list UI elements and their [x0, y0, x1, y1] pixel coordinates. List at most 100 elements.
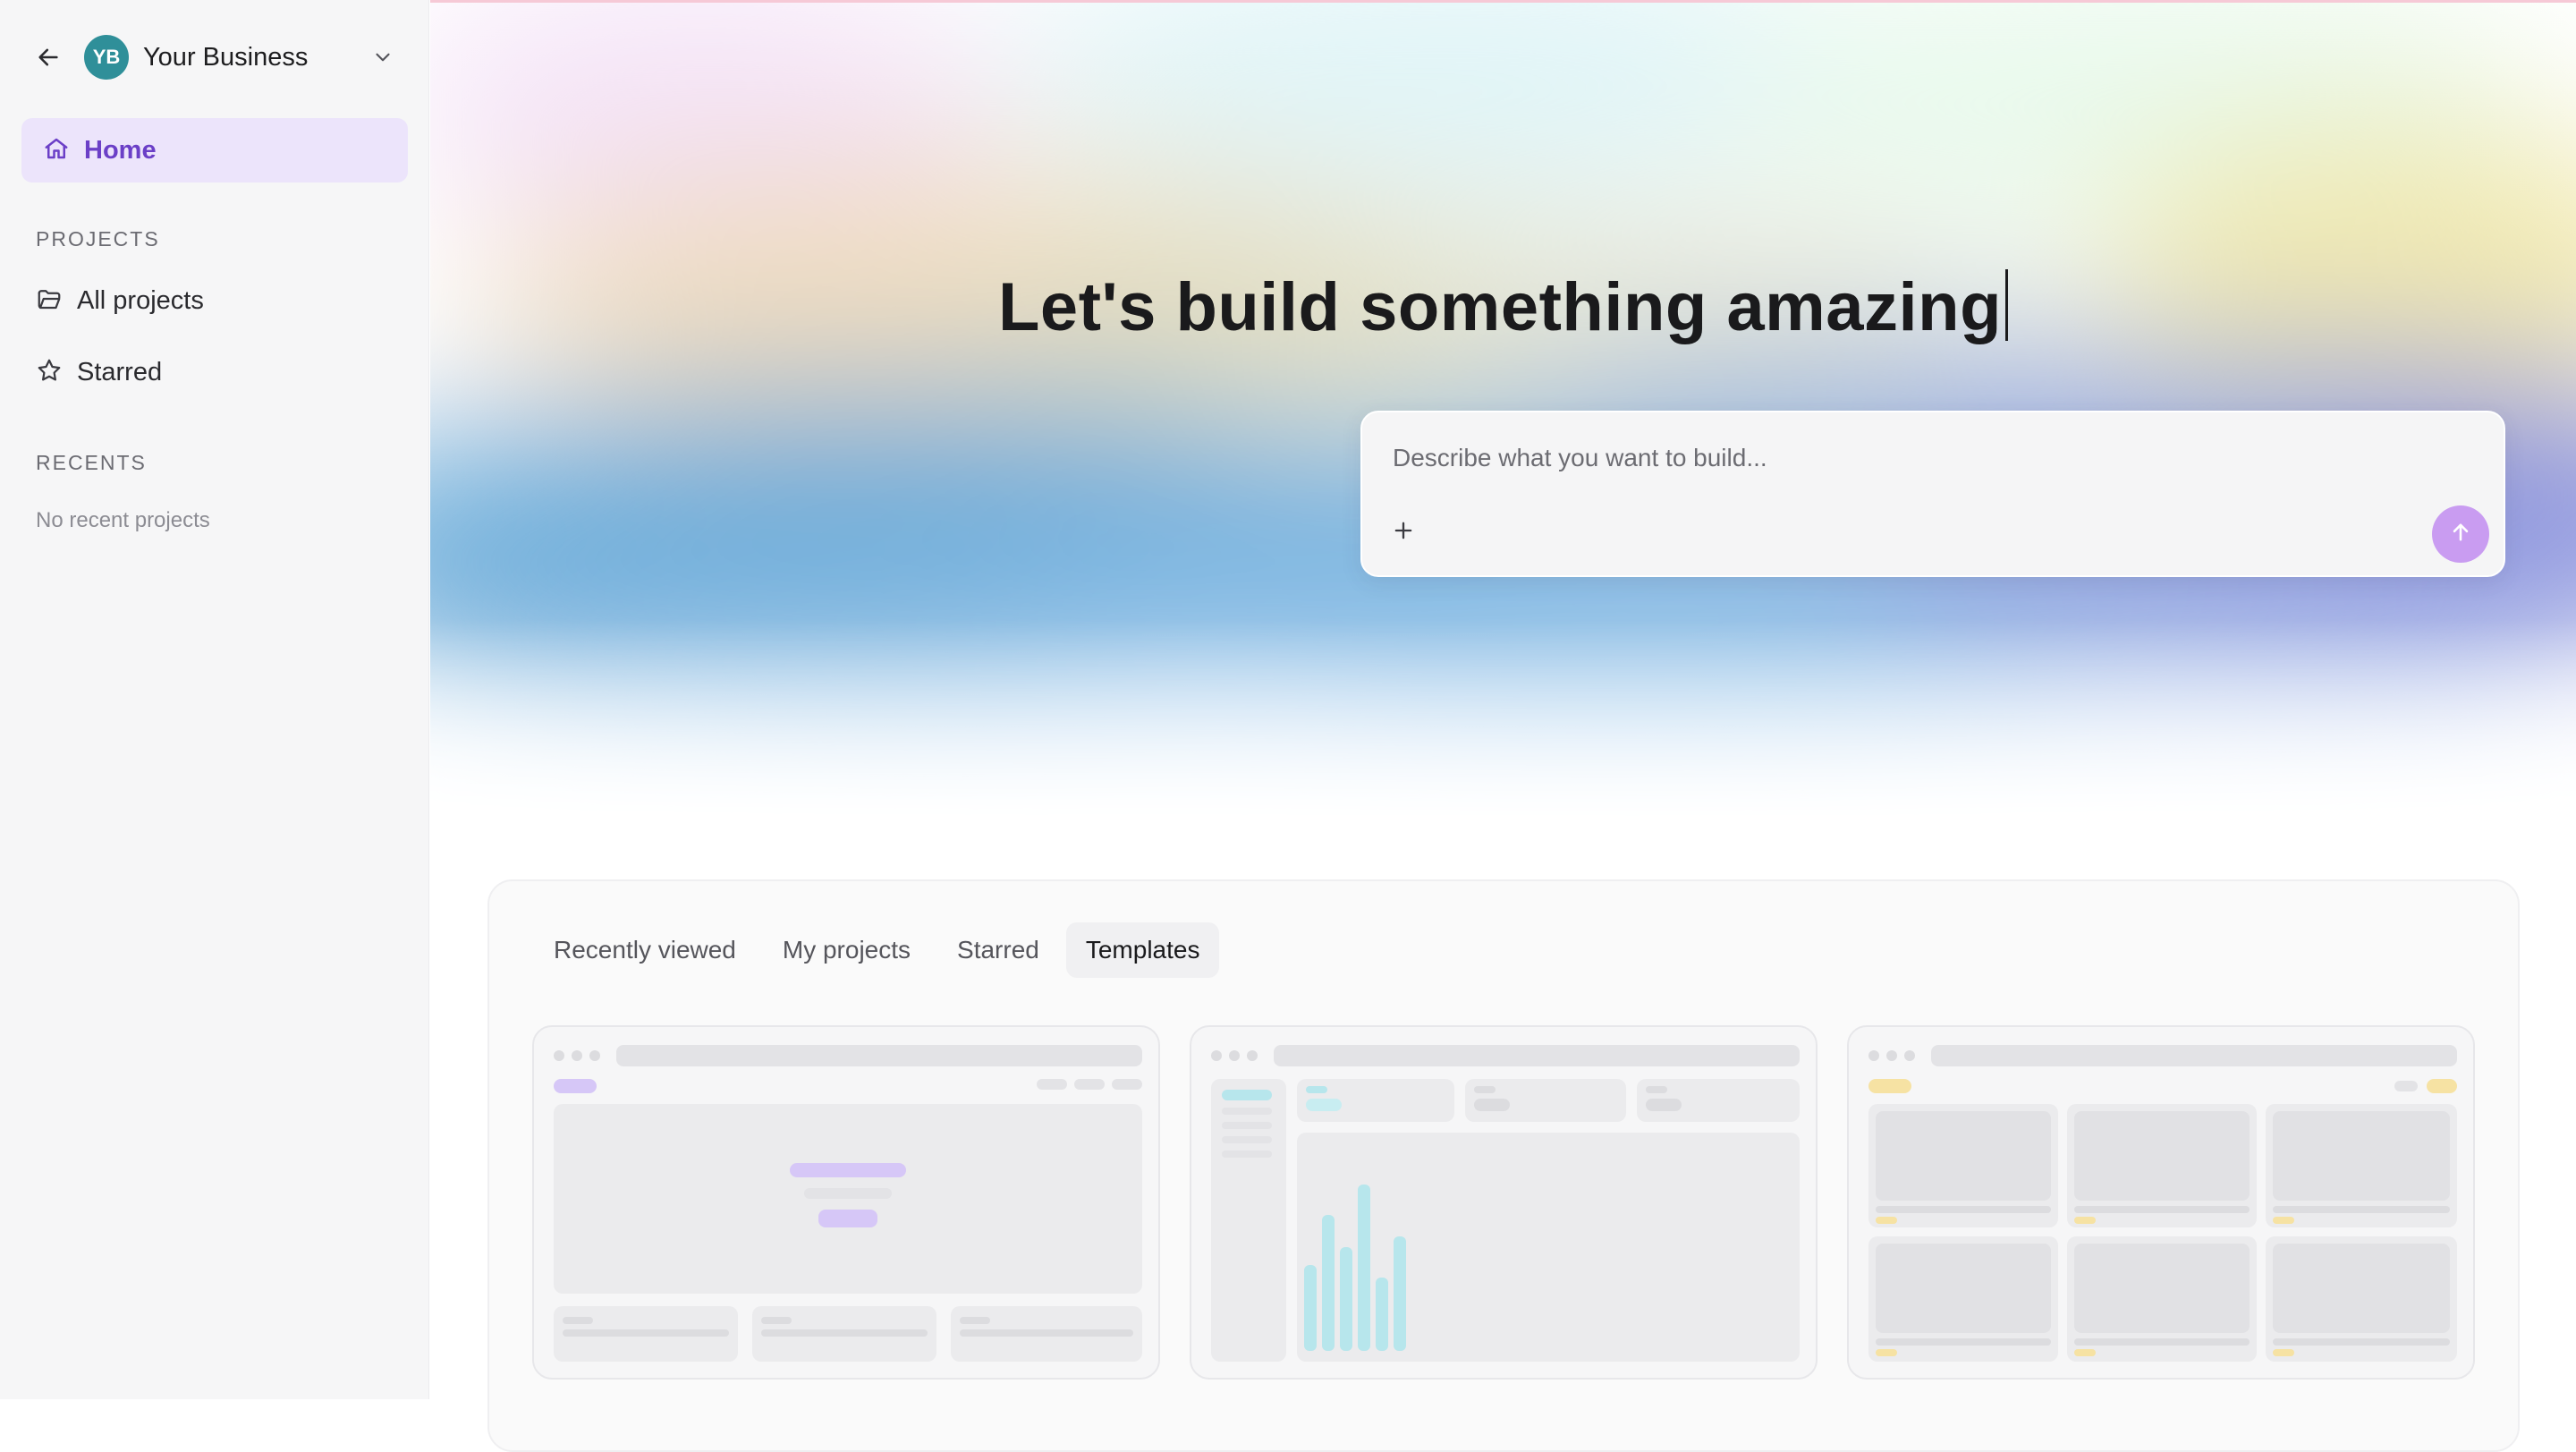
line-placeholder — [1306, 1086, 1327, 1093]
folder-icon — [36, 285, 63, 317]
hero-section: Let's build something amazing — [430, 0, 2576, 859]
text-caret — [2005, 269, 2008, 341]
star-icon — [36, 357, 63, 388]
line-placeholder — [2074, 1206, 2250, 1213]
line-placeholder — [2074, 1349, 2096, 1356]
nav-placeholder — [2394, 1081, 2418, 1091]
line-placeholder — [960, 1329, 1133, 1337]
image-placeholder — [2273, 1111, 2450, 1201]
line-placeholder — [1222, 1090, 1272, 1100]
sidebar-item-home[interactable]: Home — [21, 118, 408, 183]
window-dot — [1211, 1050, 1222, 1061]
recents-section-label: RECENTS — [36, 451, 147, 474]
line-placeholder — [2273, 1338, 2450, 1346]
workspace-avatar[interactable]: YB — [84, 35, 129, 80]
line-placeholder — [1222, 1136, 1272, 1143]
line-placeholder — [563, 1329, 729, 1337]
workspace-name[interactable]: Your Business — [143, 43, 308, 72]
line-placeholder — [1306, 1099, 1342, 1111]
no-recent-projects-text: No recent projects — [36, 508, 210, 532]
address-bar — [1931, 1045, 2457, 1066]
line-placeholder — [1222, 1108, 1272, 1115]
top-accent-line — [430, 0, 2576, 3]
tab-starred[interactable]: Starred — [937, 922, 1059, 978]
chart-bar-placeholder — [1322, 1215, 1335, 1351]
chevron-down-icon[interactable] — [367, 41, 399, 73]
window-dot — [1904, 1050, 1915, 1061]
subtitle-placeholder — [804, 1188, 892, 1199]
image-placeholder — [1876, 1244, 2051, 1333]
line-placeholder — [761, 1329, 928, 1337]
sidebar-item-label: All projects — [77, 285, 204, 315]
template-card-landing[interactable] — [532, 1025, 1160, 1380]
line-placeholder — [1474, 1086, 1496, 1093]
template-card-dashboard[interactable] — [1190, 1025, 1818, 1380]
image-placeholder — [2273, 1244, 2450, 1333]
image-placeholder — [2074, 1111, 2250, 1201]
sidebar: YB Your Business Home PROJECTS All proje… — [0, 0, 429, 1399]
line-placeholder — [1222, 1122, 1272, 1129]
logo-placeholder — [554, 1079, 597, 1093]
window-dot — [1229, 1050, 1240, 1061]
line-placeholder — [1876, 1338, 2051, 1346]
cta-placeholder — [818, 1210, 877, 1227]
workspace-switcher: YB Your Business — [32, 34, 399, 81]
window-dot — [554, 1050, 564, 1061]
sidebar-item-label: Home — [84, 135, 157, 165]
line-placeholder — [960, 1317, 990, 1324]
image-placeholder — [2074, 1244, 2250, 1333]
line-placeholder — [2273, 1349, 2294, 1356]
line-placeholder — [2074, 1217, 2096, 1224]
line-placeholder — [1876, 1349, 1897, 1356]
line-placeholder — [2273, 1217, 2294, 1224]
add-attachment-button[interactable] — [1387, 516, 1419, 548]
line-placeholder — [1876, 1217, 1897, 1224]
line-placeholder — [2074, 1338, 2250, 1346]
title-placeholder — [790, 1163, 906, 1177]
line-placeholder — [1646, 1086, 1667, 1093]
chart-bar-placeholder — [1358, 1185, 1370, 1351]
chart-bar-placeholder — [1340, 1247, 1352, 1351]
nav-placeholder — [1112, 1079, 1142, 1090]
line-placeholder — [761, 1317, 792, 1324]
window-dot — [1247, 1050, 1258, 1061]
arrow-up-icon — [2448, 520, 2473, 549]
line-placeholder — [1646, 1099, 1682, 1111]
hero-placeholder — [554, 1104, 1142, 1294]
tab-templates[interactable]: Templates — [1065, 922, 1220, 978]
plus-icon — [1391, 518, 1416, 548]
projects-section-label: PROJECTS — [36, 227, 160, 250]
back-arrow-icon[interactable] — [32, 41, 64, 73]
home-icon — [43, 135, 70, 166]
window-dot — [1886, 1050, 1897, 1061]
address-bar — [616, 1045, 1142, 1066]
chart-bar-placeholder — [1304, 1265, 1317, 1351]
project-tabs: Recently viewed My projects Starred Temp… — [534, 922, 1220, 978]
line-placeholder — [563, 1317, 593, 1324]
sidebar-item-all-projects[interactable]: All projects — [36, 274, 402, 327]
line-placeholder — [2273, 1206, 2450, 1213]
prompt-box — [1360, 411, 2505, 577]
sidebar-item-starred[interactable]: Starred — [36, 345, 402, 399]
chart-bar-placeholder — [1376, 1278, 1388, 1351]
send-button[interactable] — [2432, 505, 2489, 563]
nav-placeholder — [1074, 1079, 1105, 1090]
page-headline: Let's build something amazing — [430, 268, 2576, 346]
line-placeholder — [1876, 1206, 2051, 1213]
line-placeholder — [1474, 1099, 1510, 1111]
logo-placeholder — [1868, 1079, 1911, 1093]
template-card-gallery[interactable] — [1847, 1025, 2475, 1380]
tab-my-projects[interactable]: My projects — [763, 922, 930, 978]
projects-panel: Recently viewed My projects Starred Temp… — [487, 879, 2520, 1452]
nav-placeholder — [1037, 1079, 1067, 1090]
image-placeholder — [1876, 1111, 2051, 1201]
prompt-input[interactable] — [1391, 437, 2450, 479]
tab-recently-viewed[interactable]: Recently viewed — [534, 922, 756, 978]
sidebar-item-label: Starred — [77, 357, 163, 386]
window-dot — [1868, 1050, 1879, 1061]
headline-text: Let's build something amazing — [998, 269, 2002, 345]
line-placeholder — [1222, 1151, 1272, 1158]
window-dot — [572, 1050, 582, 1061]
nav-placeholder — [2427, 1079, 2457, 1093]
address-bar — [1274, 1045, 1800, 1066]
